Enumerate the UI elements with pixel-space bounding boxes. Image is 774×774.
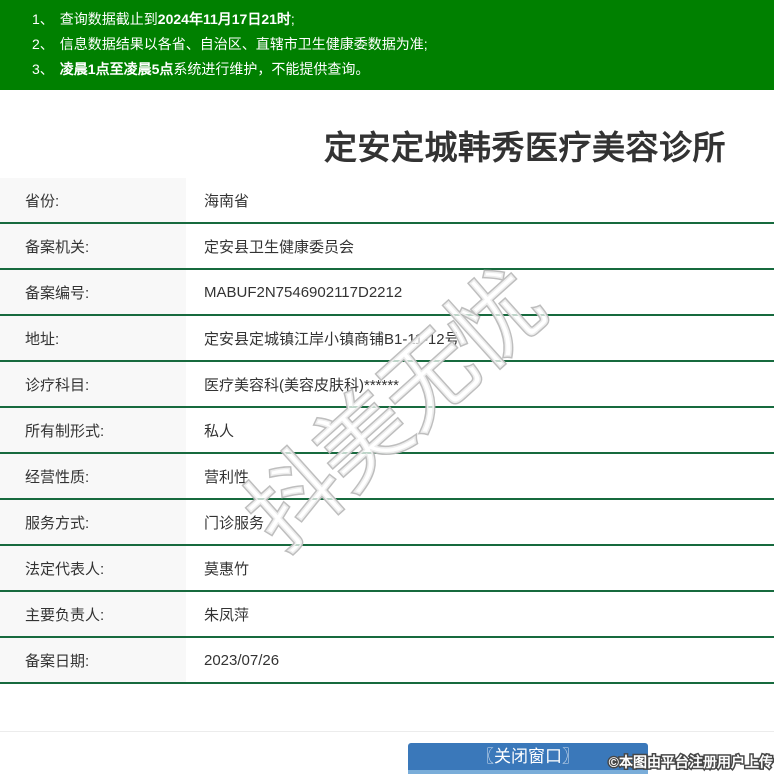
notice-text: 查询数据截止到 [59,11,158,27]
row-label: 地址: [0,316,186,360]
row-value: 门诊服务 [204,514,265,532]
row-label: 备案机关: [0,224,186,268]
row-value: 莫惠竹 [204,560,250,578]
row-value: 定安县定城镇江岸小镇商铺B1-11-12号 [204,330,460,348]
row-value: 2023/07/26 [204,651,280,669]
notice-number: 3、 [32,61,54,77]
notice-text-bold: 2024年11月17日21时 [157,11,291,27]
table-row: 主要负责人: 朱凤萍 [0,592,774,638]
row-value: 定安县卫生健康委员会 [204,238,355,256]
row-label: 所有制形式: [0,408,186,452]
row-value: MABUF2N7546902117D2212 [204,283,403,301]
copyright-watermark-label: ©本图由平台注册用户上传 [607,753,774,772]
row-label: 法定代表人: [0,546,186,590]
row-label: 省份: [0,178,186,222]
table-row: 法定代表人: 莫惠竹 [0,546,774,592]
medical-record-query-page: 1、 查询数据截止到2024年11月17日21时; 2、 信息数据结果以各省、自治区… [0,0,774,774]
page-title: 定安定城韩秀医疗美容诊所 [324,129,726,166]
row-value: 营利性 [204,468,250,486]
row-label: 经营性质: [0,454,186,498]
notice-bar: 1、 查询数据截止到2024年11月17日21时; 2、 信息数据结果以各省、自治区… [0,0,774,90]
notice-text: 信息数据结果以各省、自治区、直辖市卫生健康委数据为准; [59,36,428,52]
row-label: 备案编号: [0,270,186,314]
table-row: 备案日期: 2023/07/26 [0,638,774,684]
notice-text: 系统进行维护，不能提供查询。 [173,61,370,77]
table-row: 省份: 海南省 [0,178,774,224]
notice-line-1: 1、 查询数据截止到2024年11月17日21时; [32,7,774,32]
notice-text: ; [290,11,295,27]
table-row: 地址: 定安县定城镇江岸小镇商铺B1-11-12号 [0,316,774,362]
row-label: 服务方式: [0,500,186,544]
row-label: 备案日期: [0,638,186,682]
record-table: 省份: 海南省 备案机关: 定安县卫生健康委员会 备案编号: MABUF2N75… [0,178,774,684]
table-row: 服务方式: 门诊服务 [0,500,774,546]
table-row: 诊疗科目: 医疗美容科(美容皮肤科)****** [0,362,774,408]
row-value: 朱凤萍 [204,606,250,624]
table-row: 备案编号: MABUF2N7546902117D2212 [0,270,774,316]
table-row: 所有制形式: 私人 [0,408,774,454]
notice-line-2: 2、 信息数据结果以各省、自治区、直辖市卫生健康委数据为准; [32,32,774,57]
row-label: 主要负责人: [0,592,186,636]
footer-divider [0,731,774,732]
row-value: 海南省 [204,192,250,210]
row-value: 私人 [204,422,235,440]
notice-line-3: 3、 凌晨1点至凌晨5点系统进行维护，不能提供查询。 [32,57,774,82]
row-value: 医疗美容科(美容皮肤科)****** [204,376,400,394]
table-row: 经营性质: 营利性 [0,454,774,500]
notice-number: 1、 [32,11,54,27]
row-label: 诊疗科目: [0,362,186,406]
notice-text-bold: 凌晨1点至凌晨5点 [59,61,174,77]
notice-number: 2、 [32,36,54,52]
table-row: 备案机关: 定安县卫生健康委员会 [0,224,774,270]
